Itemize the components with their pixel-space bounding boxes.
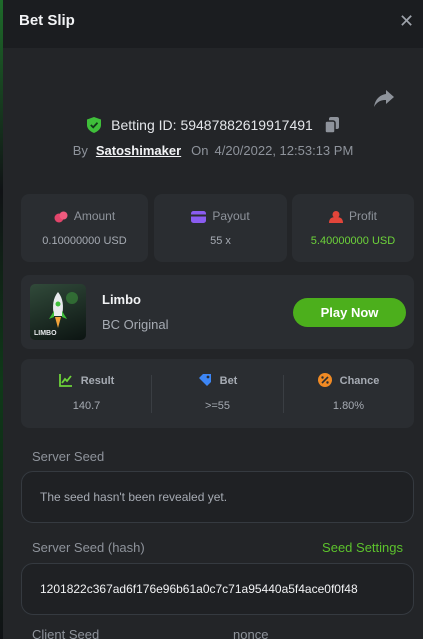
seed-settings-link[interactable]: Seed Settings	[322, 540, 403, 555]
game-provider: BC Original	[102, 317, 169, 332]
result-value: 140.7	[72, 400, 101, 412]
profit-label: Profit	[348, 209, 377, 223]
share-icon[interactable]	[373, 88, 395, 108]
payout-value: 55 x	[210, 235, 231, 247]
result-column: Result 140.7	[21, 359, 152, 428]
profit-value: 5.40000000 USD	[310, 235, 396, 247]
result-card: Result 140.7 Bet >=55 Chance 1.80%	[21, 359, 414, 428]
copy-icon[interactable]	[324, 117, 339, 134]
percent-icon	[317, 373, 332, 387]
payout-card: Payout 55 x	[154, 194, 287, 262]
amount-card: Amount 0.10000000 USD	[21, 194, 148, 262]
client-seed-label: Client Seed	[32, 627, 100, 639]
bet-slip-panel: Betting ID: 59487882619917491 By Satoshim…	[3, 48, 423, 639]
server-seed-label: Server Seed	[32, 449, 105, 464]
chart-icon	[58, 374, 72, 387]
profit-card: Profit 5.40000000 USD	[292, 194, 414, 262]
server-hash-field[interactable]: 1201822c367ad6f176e96b61a0c7c71a95440a5f…	[21, 563, 414, 615]
betting-id-label: Betting ID:	[111, 117, 177, 134]
amount-value: 0.10000000 USD	[42, 235, 127, 247]
payout-label: Payout	[212, 209, 250, 223]
username-link[interactable]: Satoshimaker	[96, 143, 181, 158]
bet-author-row: By Satoshimaker On 4/20/2022, 12:53:13 PM	[3, 143, 423, 158]
game-card: LIMBO Limbo BC Original Play Now	[21, 275, 414, 349]
result-label: Result	[80, 375, 115, 387]
chance-label: Chance	[339, 375, 380, 387]
chance-column: Chance 1.80%	[283, 359, 414, 428]
game-thumb-label: LIMBO	[34, 330, 57, 337]
coins-icon	[54, 211, 68, 223]
bet-column: Bet >=55	[152, 359, 283, 428]
server-hash-label: Server Seed (hash)	[32, 540, 145, 555]
bet-label: Bet	[219, 375, 238, 387]
betting-id-value: 59487882619917491	[180, 117, 313, 134]
profit-icon	[328, 211, 343, 223]
play-now-button[interactable]: Play Now	[293, 298, 406, 327]
bet-slip-header: Bet Slip ✕	[3, 0, 423, 48]
betting-id-row: Betting ID: 59487882619917491	[3, 116, 423, 134]
on-label: On	[191, 143, 209, 158]
nonce-label: nonce	[233, 627, 269, 639]
amount-label: Amount	[73, 209, 116, 223]
bet-slip-title: Bet Slip	[19, 12, 75, 29]
game-name[interactable]: Limbo	[102, 292, 141, 307]
wallet-icon	[191, 211, 207, 223]
chance-value: 1.80%	[332, 400, 365, 412]
shield-check-icon	[87, 117, 102, 134]
tag-icon	[198, 374, 211, 386]
game-thumbnail[interactable]: LIMBO	[30, 284, 86, 340]
by-label: By	[72, 143, 88, 158]
bet-value: >=55	[204, 400, 231, 412]
close-icon[interactable]: ✕	[399, 12, 415, 30]
server-seed-field: The seed hasn't been revealed yet.	[21, 471, 414, 523]
bet-date: 4/20/2022, 12:53:13 PM	[214, 143, 354, 158]
